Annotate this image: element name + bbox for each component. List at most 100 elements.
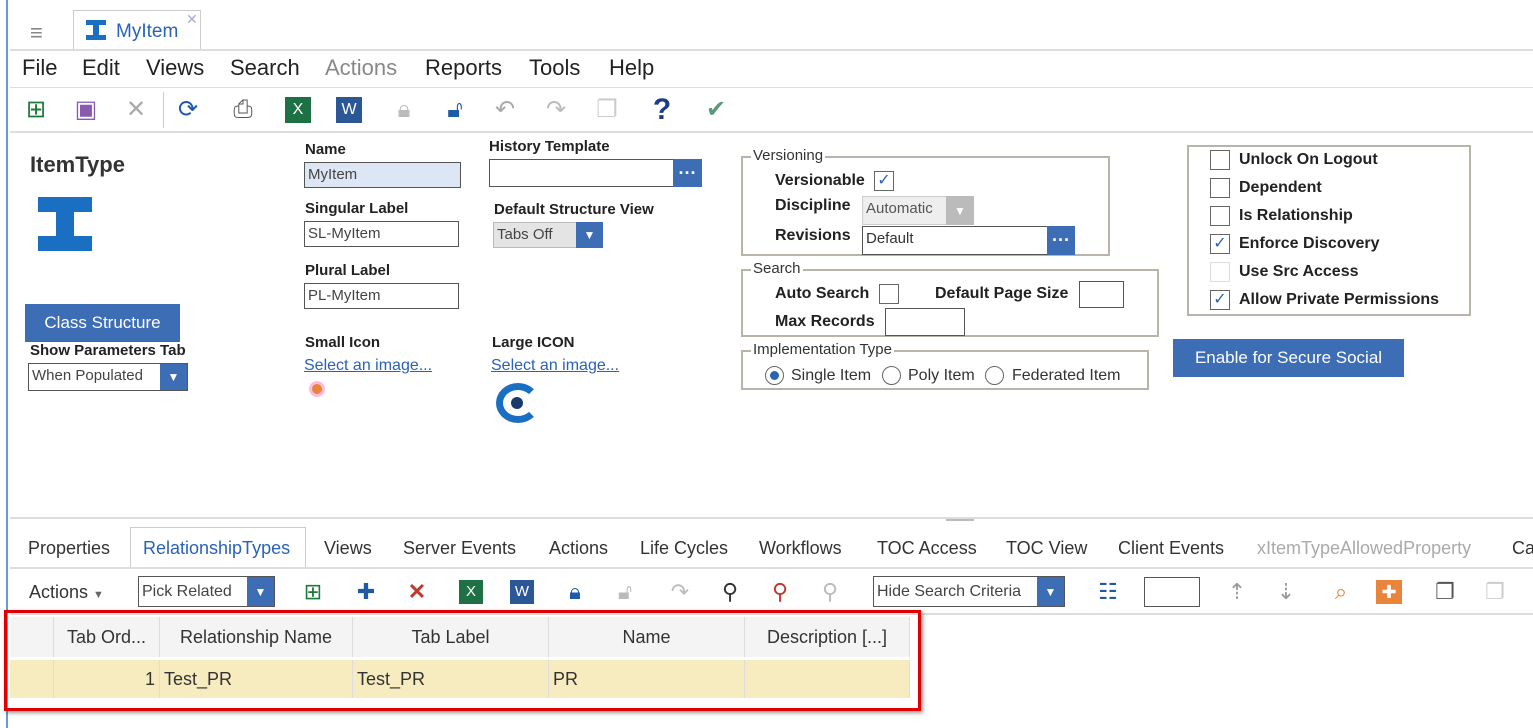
radio-label: Poly Item	[908, 367, 975, 384]
save-icon[interactable]: ▣	[70, 94, 102, 126]
chevron-down-icon[interactable]: ▼	[160, 364, 187, 390]
radio-poly-item[interactable]	[882, 366, 901, 385]
menu-search[interactable]: Search	[230, 55, 300, 81]
page-size-field[interactable]	[1079, 281, 1124, 308]
delete-icon[interactable]: ✕	[402, 576, 432, 608]
promote-icon[interactable]: ↷	[665, 576, 695, 608]
ellipsis-button[interactable]: ···	[673, 159, 702, 187]
select-columns-icon[interactable]: ☷	[1093, 576, 1123, 608]
revisions-field[interactable]: Default	[862, 226, 1049, 255]
unlock-icon[interactable]: 🔓︎	[439, 94, 471, 126]
large-icon-link[interactable]: Select an image...	[491, 357, 619, 375]
menu-file[interactable]: File	[22, 55, 57, 81]
tab-properties[interactable]: Properties	[28, 538, 110, 559]
checkbox-label: Enforce Discovery	[1239, 235, 1380, 252]
chevron-down-icon[interactable]: ▼	[946, 196, 974, 225]
word-icon[interactable]: W	[510, 580, 534, 604]
divider	[10, 131, 1533, 133]
tab-server-events[interactable]: Server Events	[403, 538, 516, 559]
undo-icon[interactable]: ↶	[489, 94, 521, 126]
tab-toc-view[interactable]: TOC View	[1006, 538, 1087, 559]
name-label: Name	[305, 141, 346, 158]
unlock-on-logout-checkbox[interactable]	[1210, 150, 1230, 170]
tab-myitem[interactable]: MyItem ✕	[73, 10, 201, 50]
cancel-search-icon[interactable]: ⚲	[815, 576, 845, 608]
tab-actions[interactable]: Actions	[549, 538, 608, 559]
menu-actions[interactable]: Actions	[325, 55, 397, 81]
menu-tools[interactable]: Tools	[529, 55, 580, 81]
pick-replace-icon[interactable]: ✚	[351, 576, 381, 608]
name-field[interactable]: MyItem	[304, 162, 461, 188]
copy-icon[interactable]: ❐	[591, 94, 623, 126]
menu-help[interactable]: Help	[609, 55, 654, 81]
max-records-field[interactable]	[885, 308, 965, 336]
tab-relationshiptypes[interactable]: RelationshipTypes	[143, 538, 290, 559]
excel-icon[interactable]: X	[285, 97, 311, 123]
tab-workflows[interactable]: Workflows	[759, 538, 842, 559]
splitter[interactable]	[10, 517, 1533, 519]
paste-icon[interactable]: ❐	[1480, 576, 1510, 608]
menu-edit[interactable]: Edit	[82, 55, 120, 81]
enable-secure-social-button[interactable]: Enable for Secure Social	[1173, 339, 1404, 377]
enforce-discovery-checkbox[interactable]: ✓	[1210, 234, 1230, 254]
allow-private-permissions-checkbox[interactable]: ✓	[1210, 290, 1230, 310]
chevron-down-icon[interactable]: ▼	[247, 577, 274, 606]
refresh-icon[interactable]: ⟳	[172, 94, 204, 126]
plural-field[interactable]: PL-MyItem	[304, 283, 459, 309]
promote-icon[interactable]: ↷	[540, 94, 572, 126]
split-icon[interactable]: ✚	[1376, 580, 1402, 604]
chevron-down-icon[interactable]: ▼	[1037, 577, 1064, 606]
lock-icon[interactable]: 🔒︎	[388, 94, 420, 126]
run-search-icon[interactable]: ⚲	[715, 576, 745, 608]
hamburger-icon[interactable]: ≡	[30, 20, 43, 46]
done-icon[interactable]: ✔	[700, 94, 732, 126]
discard-icon[interactable]: ✕	[120, 94, 152, 126]
tab-more[interactable]: Ca	[1512, 538, 1533, 559]
tab-toc-access[interactable]: TOC Access	[877, 538, 977, 559]
sort-up-icon[interactable]: ⇡	[1222, 576, 1252, 608]
small-icon-link[interactable]: Select an image...	[304, 357, 432, 375]
help-icon[interactable]: ?	[646, 94, 678, 126]
max-records-label: Max Records	[775, 313, 875, 330]
tab-views[interactable]: Views	[324, 538, 372, 559]
auto-search-checkbox[interactable]	[879, 284, 899, 304]
singular-field[interactable]: SL-MyItem	[304, 221, 459, 247]
lock-icon[interactable]: 🔒︎	[560, 576, 590, 608]
dependent-checkbox[interactable]	[1210, 178, 1230, 198]
find-icon[interactable]: ⌕	[1326, 576, 1356, 608]
chevron-down-icon[interactable]: ▼	[576, 222, 603, 248]
structure-view-label: Default Structure View	[494, 201, 654, 218]
is-relationship-checkbox[interactable]	[1210, 206, 1230, 226]
close-icon[interactable]: ✕	[186, 11, 198, 28]
use-src-access-checkbox[interactable]	[1210, 262, 1230, 282]
caret-down-icon: ▼	[93, 589, 104, 601]
new-icon[interactable]: ⊞	[20, 94, 52, 126]
actions-menu[interactable]: Actions ▼	[29, 582, 104, 603]
tab-xitemtypeallowedproperty[interactable]: xItemTypeAllowedProperty	[1257, 538, 1471, 559]
tab-client-events[interactable]: Client Events	[1118, 538, 1224, 559]
unlock-icon[interactable]: 🔓︎	[610, 576, 640, 608]
versionable-checkbox[interactable]: ✓	[874, 171, 894, 191]
word-icon[interactable]: W	[336, 97, 362, 123]
divider	[10, 87, 1533, 88]
class-structure-button[interactable]: Class Structure	[25, 304, 180, 342]
excel-icon[interactable]: X	[459, 580, 483, 604]
new-row-icon[interactable]: ⊞	[298, 576, 328, 608]
sort-down-icon[interactable]: ⇣	[1271, 576, 1301, 608]
clear-search-icon[interactable]: ⚲	[765, 576, 795, 608]
menu-reports[interactable]: Reports	[425, 55, 502, 81]
implementation-title: Implementation Type	[751, 341, 894, 358]
history-template-field[interactable]	[489, 159, 675, 187]
page-size-label: Default Page Size	[935, 285, 1069, 302]
copy-icon[interactable]: ❐	[1430, 576, 1460, 608]
print-icon[interactable]: ⎙	[227, 94, 259, 126]
radio-single-item[interactable]	[765, 366, 784, 385]
radio-federated-item[interactable]	[985, 366, 1004, 385]
checkbox-label: Is Relationship	[1239, 207, 1353, 224]
tab-life-cycles[interactable]: Life Cycles	[640, 538, 728, 559]
itemtype-heading: ItemType	[30, 152, 125, 177]
menu-views[interactable]: Views	[146, 55, 204, 81]
ellipsis-button[interactable]: ···	[1047, 226, 1075, 255]
page-size-input[interactable]	[1144, 577, 1200, 607]
splitter-handle[interactable]	[946, 519, 974, 521]
